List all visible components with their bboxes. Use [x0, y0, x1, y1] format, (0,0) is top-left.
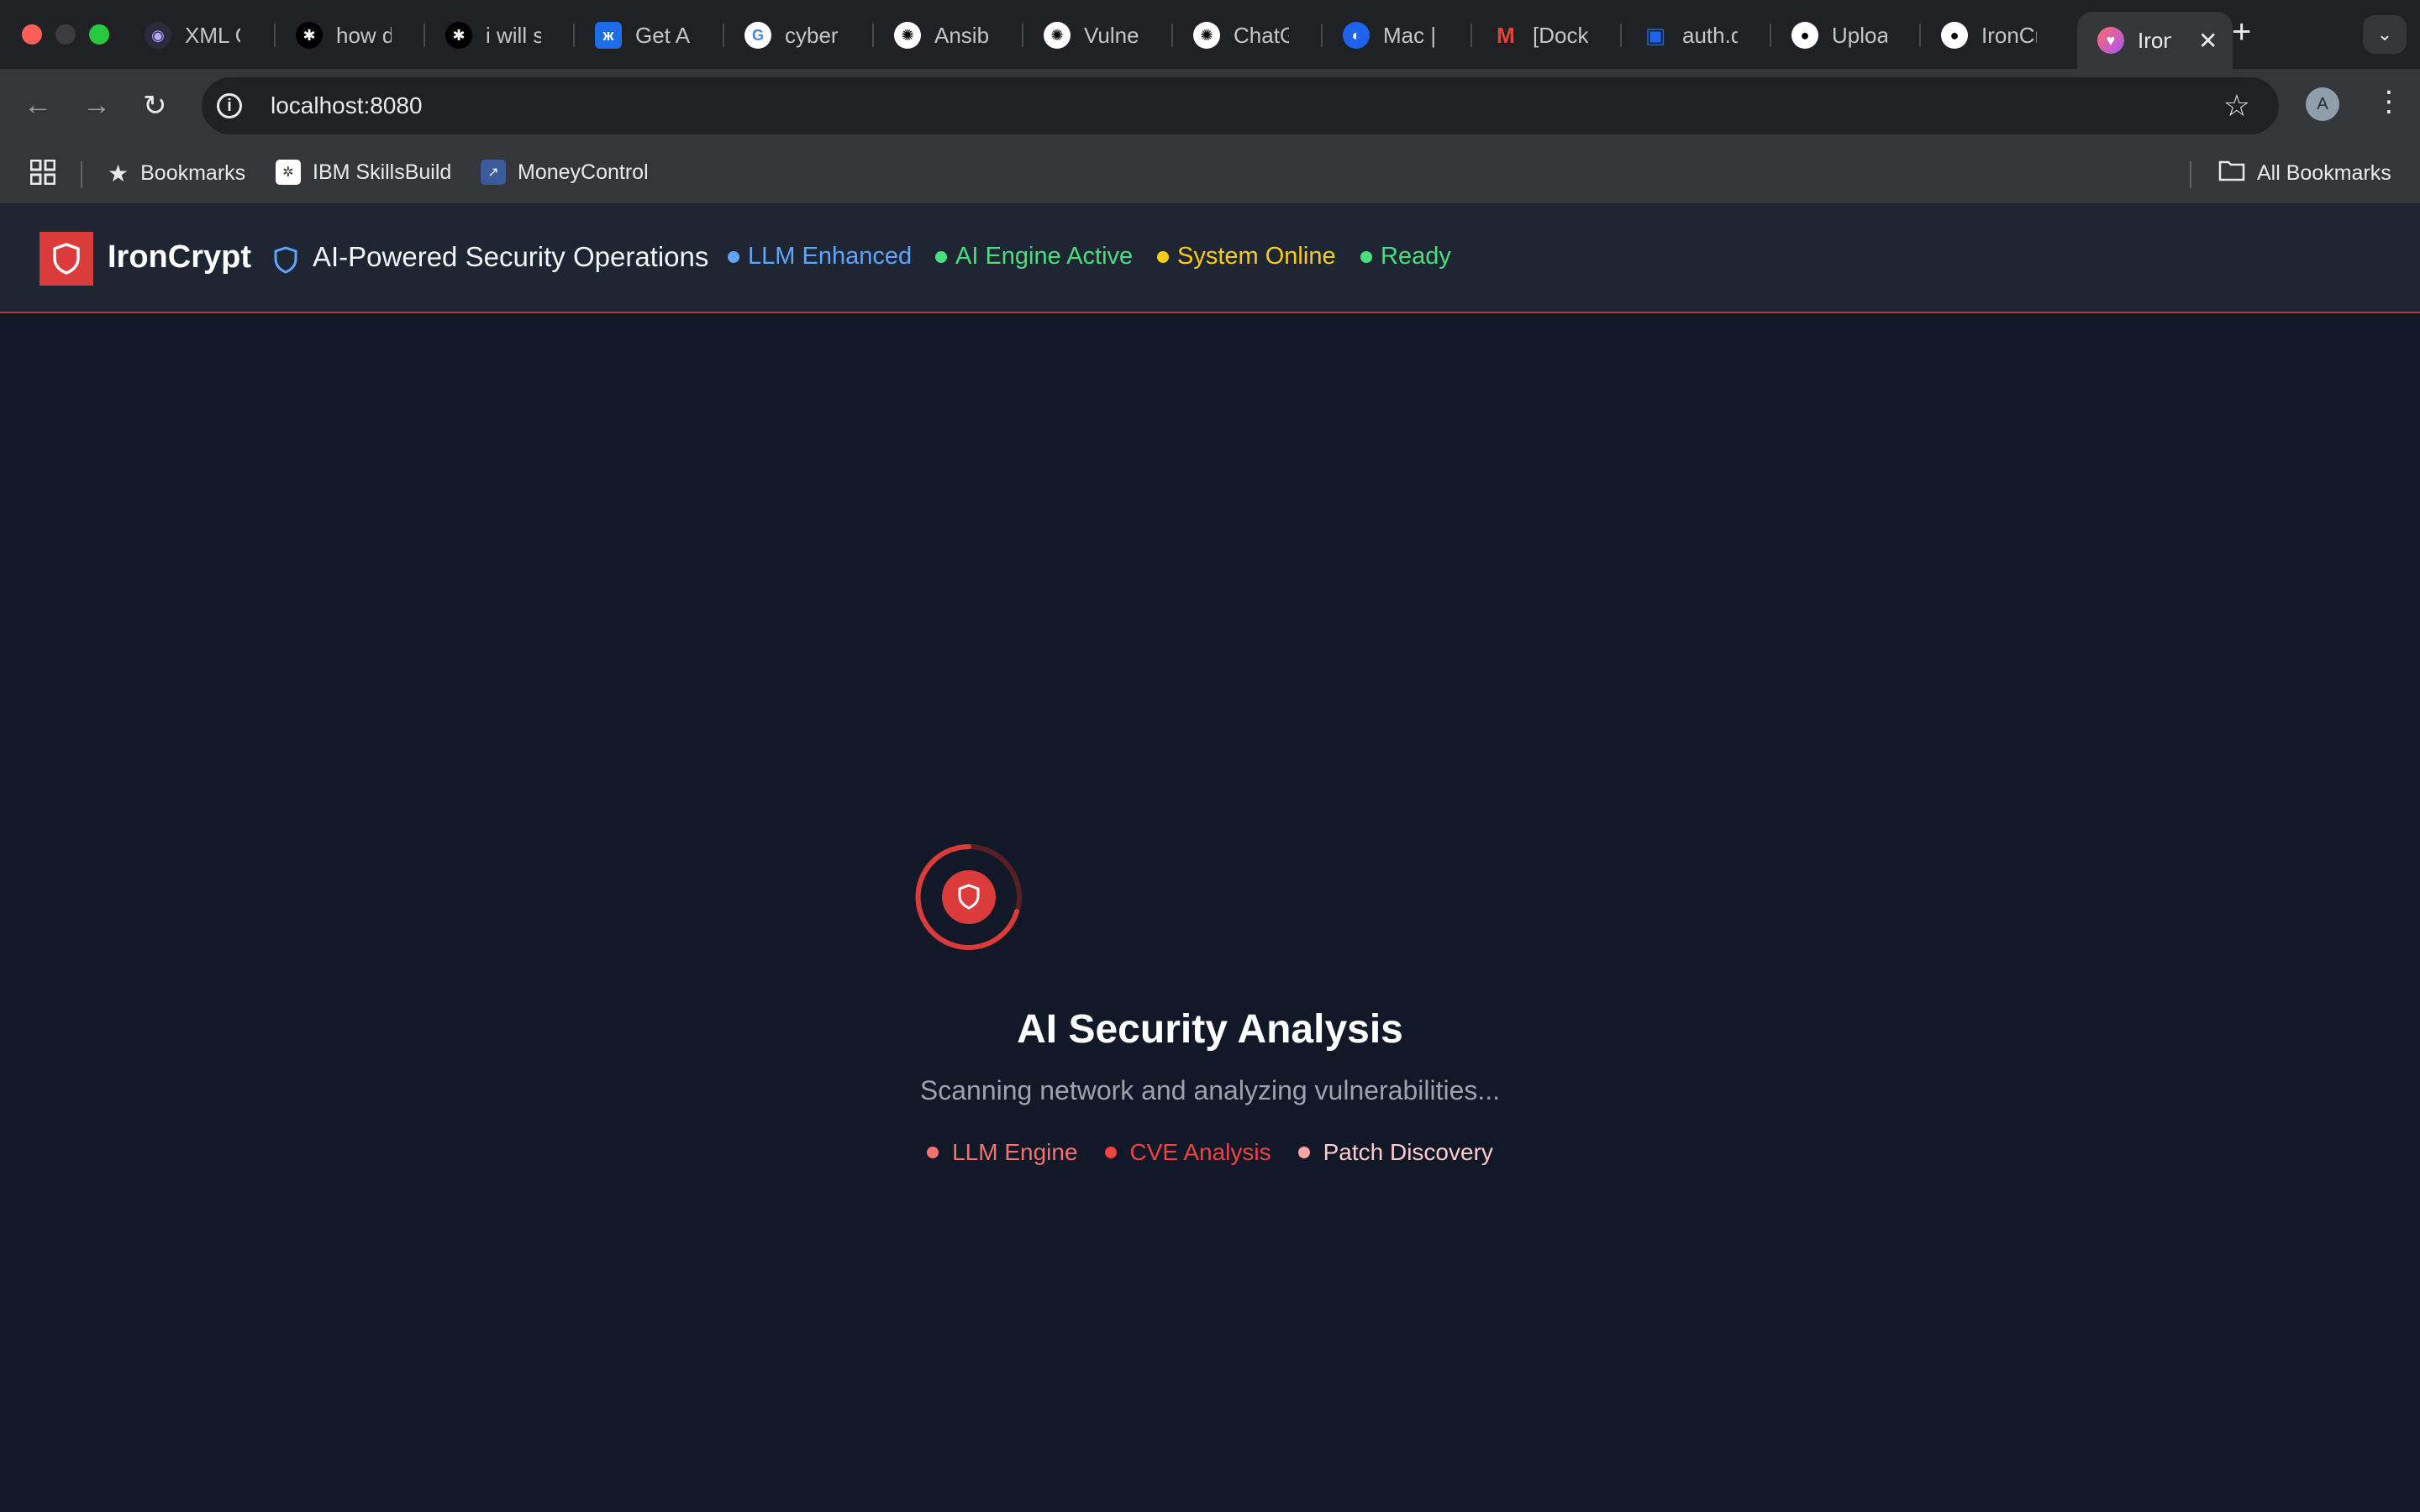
bookmark-separator — [81, 161, 82, 188]
tab-separator — [1770, 24, 1771, 47]
browser-tab[interactable]: ✱ i will sh — [442, 12, 541, 59]
bookmark-item[interactable]: ★ Bookmarks — [108, 160, 245, 187]
close-tab-icon[interactable]: ✕ — [2198, 27, 2217, 55]
bookmark-separator — [2190, 161, 2191, 188]
browser-menu-icon[interactable]: ⋮ — [2375, 87, 2403, 116]
browser-tab[interactable]: ✱ how do — [292, 12, 392, 59]
all-bookmarks-button[interactable]: All Bookmarks — [2218, 160, 2391, 187]
shield-icon — [53, 243, 80, 275]
browser-tab-strip: ◉ XML Ou ✱ how do ✱ i will sh ж Get API … — [0, 0, 2420, 69]
bookmark-item[interactable]: ↗ MoneyControl — [481, 160, 649, 185]
ibm-icon: ✲ — [276, 160, 301, 185]
main-content — [0, 313, 2420, 1512]
docker-icon: ▣ — [1644, 22, 1666, 48]
docker-round-icon: ◐ — [1343, 22, 1370, 49]
browser-tab[interactable]: ✺ ChatGP — [1190, 12, 1289, 59]
heart-icon: ♥ — [2097, 27, 2124, 54]
browser-tab[interactable]: ж Get API — [592, 12, 691, 59]
star-icon: ★ — [108, 160, 129, 186]
shield-icon — [274, 246, 297, 274]
browser-tab[interactable]: G cyber s — [741, 12, 840, 59]
tab-separator — [1919, 24, 1921, 47]
eye-icon: ◉ — [145, 22, 171, 49]
github-icon: ● — [1941, 22, 1968, 49]
gmail-icon: M — [1497, 22, 1515, 48]
loading-title: AI Security Analysis — [1017, 1007, 1403, 1052]
browser-tab[interactable]: ▣ auth.do — [1639, 12, 1738, 59]
reload-icon[interactable]: ↻ — [143, 89, 167, 123]
moneycontrol-icon: ↗ — [481, 160, 506, 185]
github-icon: ● — [1791, 22, 1818, 49]
app-header: IronCrypt AI-Powered Security Operations… — [0, 204, 2420, 313]
ironcrypt-logo[interactable] — [39, 232, 93, 286]
bookmarks-bar: ★ Bookmarks ✲ IBM SkillsBuild ↗ MoneyCon… — [0, 144, 2420, 204]
stage-dot — [1104, 1147, 1117, 1158]
status-llm-enhanced: LLM Enhanced — [728, 243, 912, 270]
browser-tab[interactable]: ◉ XML Ou — [141, 12, 240, 59]
brand-name: IronCrypt — [108, 239, 251, 275]
close-window-button[interactable] — [22, 24, 42, 45]
profile-avatar[interactable]: A — [2306, 87, 2339, 121]
tab-separator — [1321, 24, 1323, 47]
minimize-window-button[interactable] — [55, 24, 76, 45]
browser-tab[interactable]: ● IronCry — [1938, 12, 2037, 59]
back-arrow-icon[interactable]: ← — [24, 89, 52, 122]
stage-dot — [927, 1147, 939, 1158]
tab-separator — [1022, 24, 1023, 47]
browser-tab[interactable]: ✺ Ansible — [891, 12, 990, 59]
loading-spinner — [915, 843, 1022, 950]
browser-tab-active[interactable]: ♥ Iron ✕ — [2077, 12, 2233, 69]
google-icon: G — [744, 22, 771, 49]
tab-separator — [573, 24, 575, 47]
bookmark-item[interactable]: ✲ IBM SkillsBuild — [276, 160, 451, 185]
maximize-window-button[interactable] — [89, 24, 109, 45]
butterfly-icon: ж — [595, 22, 622, 49]
site-info-icon[interactable]: i — [217, 93, 242, 118]
apps-grid-icon[interactable] — [30, 160, 55, 185]
status-dot — [935, 250, 947, 263]
status-dot — [728, 250, 739, 263]
chatgpt-icon: ✺ — [894, 22, 921, 49]
status-ready: Ready — [1360, 243, 1451, 270]
tab-separator — [1620, 24, 1622, 47]
header-subtitle: AI-Powered Security Operations — [313, 241, 709, 272]
status-ai-engine: AI Engine Active — [935, 243, 1133, 270]
browser-tab[interactable]: M [Docke — [1489, 12, 1588, 59]
loading-subtitle: Scanning network and analyzing vulnerabi… — [919, 1075, 1501, 1105]
spider-icon: ✱ — [296, 22, 323, 49]
tab-separator — [1171, 24, 1173, 47]
bookmark-star-icon[interactable]: ☆ — [2223, 88, 2250, 123]
new-tab-button[interactable]: + — [2232, 13, 2251, 51]
tab-separator — [872, 24, 874, 47]
stage-llm-engine: LLM Engine — [927, 1139, 1078, 1166]
tab-separator — [723, 24, 724, 47]
tab-separator — [424, 24, 425, 47]
browser-tab[interactable]: ✺ Vulnera — [1040, 12, 1139, 59]
status-dot — [1360, 250, 1372, 263]
address-bar[interactable]: i localhost:8080 ☆ — [202, 77, 2279, 134]
stage-cve-analysis: CVE Analysis — [1104, 1139, 1271, 1166]
chatgpt-icon: ✺ — [1193, 22, 1220, 49]
chatgpt-icon: ✺ — [1044, 22, 1071, 49]
spider-icon: ✱ — [445, 22, 472, 49]
browser-tab[interactable]: ◐ Mac | D — [1339, 12, 1439, 59]
tab-separator — [1470, 24, 1472, 47]
analysis-stages: LLM Engine CVE Analysis Patch Discovery — [0, 1139, 2420, 1166]
browser-toolbar: ← → ↻ i localhost:8080 ☆ A ⋮ — [0, 69, 2420, 144]
stage-patch-discovery: Patch Discovery — [1297, 1139, 1493, 1166]
url-text[interactable]: localhost:8080 — [271, 92, 423, 119]
status-dot — [1157, 250, 1169, 263]
stage-dot — [1297, 1147, 1310, 1158]
tab-search-button[interactable]: ⌄ — [2363, 15, 2407, 54]
status-system-online: System Online — [1157, 243, 1336, 270]
forward-arrow-icon[interactable]: → — [82, 89, 111, 122]
tab-separator — [274, 24, 276, 47]
browser-tab[interactable]: ● Upload — [1788, 12, 1887, 59]
folder-icon — [2218, 160, 2245, 187]
